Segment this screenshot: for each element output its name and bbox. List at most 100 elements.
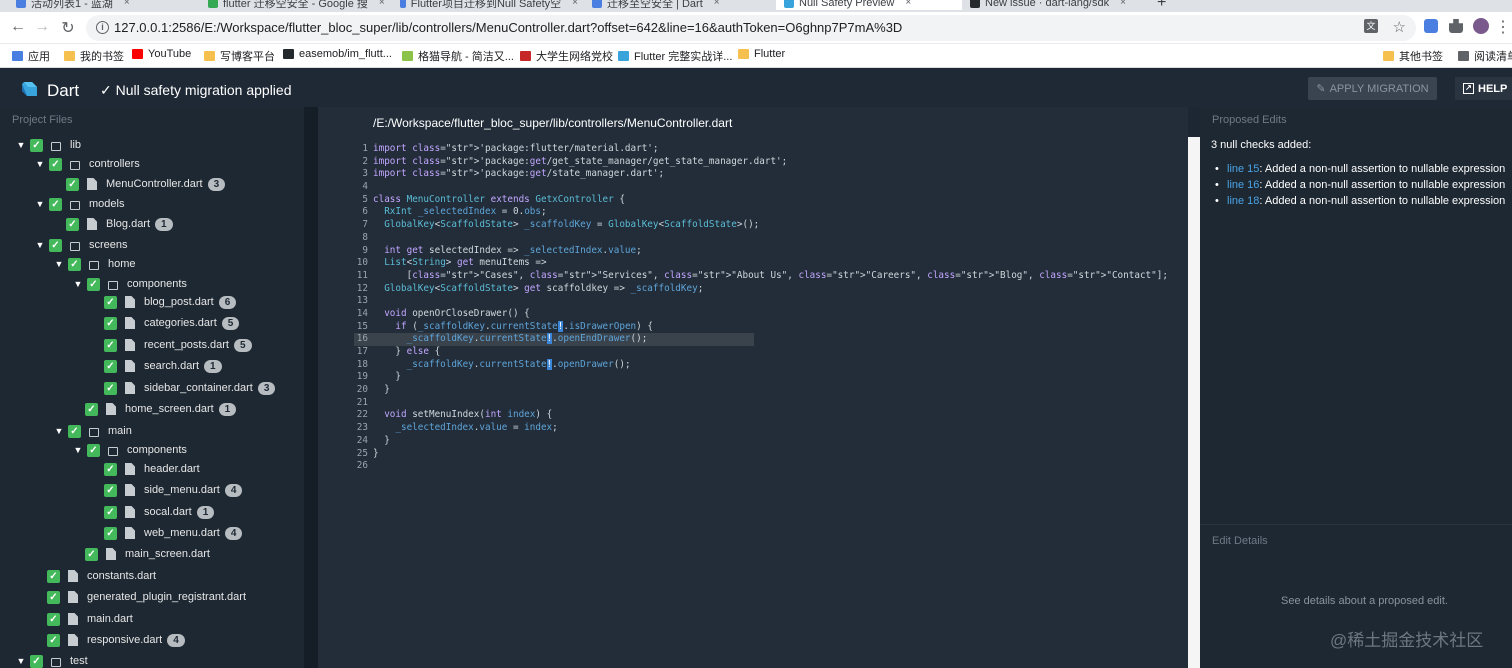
code-line[interactable]: 18 _scaffoldKey.currentState!.openDrawer… — [354, 358, 1168, 372]
expand-arrow-icon[interactable]: ▼ — [73, 445, 83, 455]
include-checkbox[interactable]: ✓ — [104, 338, 117, 352]
puzzle-icon[interactable] — [1449, 19, 1463, 33]
bookmark-star-icon[interactable]: ☆ — [1393, 18, 1406, 36]
include-checkbox[interactable]: ✓ — [104, 483, 117, 497]
tree-file[interactable]: ✓ responsive.dart 4 — [47, 630, 185, 650]
code-line[interactable]: 25} — [354, 448, 1168, 461]
edit-line-link[interactable]: line 16 — [1227, 179, 1259, 191]
menu-dots-icon[interactable]: ⋮ — [1493, 17, 1512, 37]
include-checkbox[interactable]: ✓ — [68, 424, 81, 438]
include-checkbox[interactable]: ✓ — [47, 633, 60, 647]
include-checkbox[interactable]: ✓ — [66, 177, 79, 191]
tree-folder[interactable]: ▼ ✓ components — [73, 274, 187, 294]
browser-tab[interactable]: Flutter项目迁移到Null Safety空 × — [392, 0, 578, 10]
code-line[interactable]: 13 — [354, 295, 1168, 308]
include-checkbox[interactable]: ✓ — [104, 505, 117, 519]
expand-arrow-icon[interactable]: ▼ — [16, 140, 26, 150]
expand-arrow-icon[interactable]: ▼ — [35, 159, 45, 169]
reload-icon[interactable]: ↻ — [58, 18, 78, 38]
code-line[interactable]: 23 _selectedIndex.value = index; — [354, 422, 1168, 435]
tree-file[interactable]: ✓ MenuController.dart 3 — [66, 174, 226, 194]
code-line[interactable]: 26 — [354, 460, 1168, 473]
browser-tab[interactable]: flutter 迁移空安全 - Google 搜 × — [200, 0, 386, 10]
close-tab-icon[interactable]: × — [905, 0, 911, 8]
code-line[interactable]: 6 RxInt _selectedIndex = 0.obs; — [354, 206, 1168, 219]
include-checkbox[interactable]: ✓ — [68, 257, 81, 271]
tree-folder[interactable]: ▼ ✓ test — [16, 651, 88, 668]
include-checkbox[interactable]: ✓ — [49, 157, 62, 171]
include-checkbox[interactable]: ✓ — [47, 590, 60, 604]
code-line[interactable]: 22 void setMenuIndex(int index) { — [354, 409, 1168, 422]
code-line[interactable]: 16 _scaffoldKey.currentState!.openEndDra… — [354, 333, 754, 346]
include-checkbox[interactable]: ✓ — [104, 381, 117, 395]
tree-file[interactable]: ✓ search.dart 1 — [104, 356, 222, 376]
tree-file[interactable]: ✓ header.dart — [104, 459, 200, 479]
include-checkbox[interactable]: ✓ — [66, 217, 79, 231]
bookmark-item[interactable]: easemob/im_flutt... — [283, 48, 392, 60]
tree-file[interactable]: ✓ web_menu.dart 4 — [104, 523, 243, 543]
tree-file[interactable]: ✓ main.dart — [47, 609, 133, 629]
code-line[interactable]: 3 import class="str">'package:get/state_m… — [354, 168, 1168, 181]
tree-folder[interactable]: ▼ ✓ screens — [35, 235, 128, 255]
include-checkbox[interactable]: ✓ — [85, 402, 98, 416]
other-bookmarks[interactable]: 其他书签 — [1383, 48, 1443, 64]
code-line[interactable]: 9 int get selectedIndex => _selectedInde… — [354, 245, 1168, 258]
reading-list[interactable]: 阅读清单 — [1458, 48, 1512, 64]
expand-arrow-icon[interactable]: ▼ — [73, 279, 83, 289]
code-line[interactable]: 12 GlobalKey<ScaffoldState> get scaffold… — [354, 283, 1168, 296]
expand-arrow-icon[interactable]: ▼ — [54, 426, 64, 436]
include-checkbox[interactable]: ✓ — [47, 612, 60, 626]
forward-icon[interactable]: → — [32, 18, 52, 36]
include-checkbox[interactable]: ✓ — [47, 569, 60, 583]
tree-file[interactable]: ✓ generated_plugin_registrant.dart — [47, 587, 246, 607]
browser-tab[interactable]: 迁移至空安全 | Dart × — [584, 0, 770, 10]
code-line[interactable]: 20 } — [354, 384, 1168, 397]
include-checkbox[interactable]: ✓ — [104, 359, 117, 373]
code-line[interactable]: 19 } — [354, 371, 1168, 384]
include-checkbox[interactable]: ✓ — [49, 238, 62, 252]
expand-arrow-icon[interactable]: ▼ — [54, 259, 64, 269]
tree-file[interactable]: ✓ blog_post.dart 6 — [104, 292, 237, 312]
tree-file[interactable]: ✓ constants.dart — [47, 566, 156, 586]
close-tab-icon[interactable]: × — [124, 0, 130, 8]
include-checkbox[interactable]: ✓ — [30, 138, 43, 152]
tree-folder[interactable]: ▼ ✓ lib — [16, 135, 81, 155]
tree-folder[interactable]: ▼ ✓ main — [54, 421, 132, 441]
code-line[interactable]: 11 [class="str">"Cases", class="str">"Se… — [354, 270, 1168, 283]
tree-folder[interactable]: ▼ ✓ controllers — [35, 154, 140, 174]
close-tab-icon[interactable]: × — [714, 0, 720, 8]
tree-file[interactable]: ✓ Blog.dart 1 — [66, 214, 173, 234]
browser-tab[interactable]: New issue · dart-lang/sdk × — [962, 0, 1148, 10]
apply-migration-button[interactable]: ✎ APPLY MIGRATION — [1308, 77, 1437, 100]
bookmark-item[interactable]: 应用 — [12, 48, 50, 64]
tree-file[interactable]: ✓ socal.dart 1 — [104, 502, 215, 522]
include-checkbox[interactable]: ✓ — [104, 316, 117, 330]
expand-arrow-icon[interactable]: ▼ — [16, 656, 26, 666]
close-tab-icon[interactable]: × — [379, 0, 385, 8]
code-line[interactable]: 8 — [354, 232, 1168, 245]
tree-folder[interactable]: ▼ ✓ components — [73, 440, 187, 460]
include-checkbox[interactable]: ✓ — [30, 654, 43, 668]
include-checkbox[interactable]: ✓ — [104, 526, 117, 540]
close-tab-icon[interactable]: × — [1120, 0, 1126, 8]
expand-arrow-icon[interactable]: ▼ — [35, 240, 45, 250]
expand-arrow-icon[interactable]: ▼ — [35, 199, 45, 209]
bookmark-item[interactable]: 写博客平台 — [204, 48, 275, 64]
include-checkbox[interactable]: ✓ — [49, 197, 62, 211]
include-checkbox[interactable]: ✓ — [87, 277, 100, 291]
close-tab-icon[interactable]: × — [572, 0, 578, 8]
tree-file[interactable]: ✓ recent_posts.dart 5 — [104, 335, 252, 355]
code-line[interactable]: 4 — [354, 181, 1168, 194]
include-checkbox[interactable]: ✓ — [85, 547, 98, 561]
bookmark-item[interactable]: 我的书签 — [64, 48, 124, 64]
translate-icon[interactable]: 文 — [1364, 19, 1378, 33]
help-button[interactable]: ↗ HELP — [1455, 77, 1512, 100]
url-text[interactable]: 127.0.0.1:2586/E:/Workspace/flutter_bloc… — [114, 20, 902, 35]
browser-tab[interactable]: 活动列表1 - 蓝湖 × — [8, 0, 194, 10]
bookmark-item[interactable]: Flutter — [738, 48, 785, 60]
edit-line-link[interactable]: line 15 — [1227, 163, 1259, 175]
edit-line-link[interactable]: line 18 — [1227, 195, 1259, 207]
include-checkbox[interactable]: ✓ — [104, 462, 117, 476]
tree-folder[interactable]: ▼ ✓ models — [35, 194, 124, 214]
panel-splitter[interactable] — [304, 107, 318, 668]
